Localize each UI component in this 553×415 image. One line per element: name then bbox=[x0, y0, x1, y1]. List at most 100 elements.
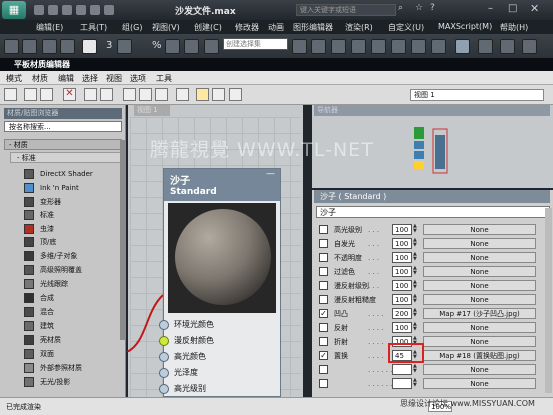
menu-modifiers[interactable]: 修改器 bbox=[235, 22, 259, 33]
menu-help[interactable]: 帮助(H) bbox=[500, 22, 528, 33]
socket-icon[interactable] bbox=[159, 352, 169, 362]
node-minimize-icon[interactable]: — bbox=[266, 169, 275, 179]
list-item[interactable]: 标准 bbox=[24, 209, 120, 221]
socket-icon[interactable] bbox=[159, 336, 169, 346]
spinner-arrows-icon[interactable]: ▲ ▼ bbox=[413, 364, 419, 375]
list-item[interactable]: Ink 'n Paint bbox=[24, 182, 120, 194]
amount-spinner[interactable]: 100 bbox=[392, 224, 412, 235]
slot-specular-level[interactable]: 高光级别 bbox=[159, 381, 280, 397]
activeshade-icon[interactable] bbox=[500, 39, 515, 54]
open-file-icon[interactable] bbox=[48, 5, 58, 15]
slot-ambient[interactable]: 环境光颜色 bbox=[159, 317, 280, 333]
list-item[interactable]: 顶/底 bbox=[24, 236, 120, 248]
row-checkbox[interactable] bbox=[319, 379, 328, 388]
amount-spinner[interactable]: 100 bbox=[392, 322, 412, 333]
row-checkbox[interactable] bbox=[319, 323, 328, 332]
background-icon[interactable] bbox=[123, 88, 136, 101]
map-button[interactable]: None bbox=[423, 294, 536, 305]
map-button[interactable]: None bbox=[423, 336, 536, 347]
row-checkbox[interactable]: ✓ bbox=[319, 309, 328, 318]
maximize-icon[interactable]: □ bbox=[508, 3, 517, 14]
menu-tools[interactable]: 工具(T) bbox=[80, 22, 107, 33]
list-item[interactable]: 变形器 bbox=[24, 196, 120, 208]
amount-spinner[interactable]: 100 bbox=[392, 252, 412, 263]
help-icon[interactable]: ? bbox=[430, 3, 435, 13]
list-item[interactable]: 混合 bbox=[24, 306, 120, 318]
amount-spinner[interactable]: 200 bbox=[392, 308, 412, 319]
render-production-icon[interactable] bbox=[478, 39, 493, 54]
menu-edit[interactable]: 编辑(E) bbox=[36, 22, 63, 33]
menu-options[interactable]: 选项 bbox=[130, 73, 146, 84]
show-map-icon[interactable] bbox=[139, 88, 152, 101]
menu-edit-mat[interactable]: 编辑 bbox=[58, 73, 74, 84]
layout-all-icon[interactable] bbox=[176, 88, 189, 101]
menu-customize[interactable]: 自定义(U) bbox=[388, 22, 424, 33]
edit-named-sets-icon[interactable] bbox=[184, 39, 199, 54]
list-item[interactable]: 多维/子对象 bbox=[24, 250, 120, 262]
star-icon[interactable]: ☆ bbox=[415, 3, 423, 13]
socket-icon[interactable] bbox=[159, 368, 169, 378]
map-button[interactable]: None bbox=[423, 322, 536, 333]
browser-scrollbar[interactable] bbox=[120, 140, 125, 340]
socket-icon[interactable] bbox=[159, 384, 169, 394]
unlink-icon[interactable] bbox=[60, 39, 75, 54]
map-button[interactable]: None bbox=[423, 364, 536, 375]
menu-group[interactable]: 组(G) bbox=[122, 22, 142, 33]
spinner-arrows-icon[interactable]: ▲ ▼ bbox=[413, 252, 419, 263]
menu-views[interactable]: 视图(V) bbox=[152, 22, 180, 33]
spinner-arrows-icon[interactable]: ▲ ▼ bbox=[413, 294, 419, 305]
row-checkbox[interactable] bbox=[319, 239, 328, 248]
list-item[interactable]: 双面 bbox=[24, 348, 120, 360]
material-node[interactable]: 沙子 Standard — 环境光颜色 漫反射颜色 高光颜色 光泽度 高光级别 bbox=[159, 168, 281, 397]
undo-icon[interactable] bbox=[4, 39, 19, 54]
snap-counter[interactable]: 3 bbox=[106, 40, 112, 51]
assign-material-icon[interactable] bbox=[40, 88, 53, 101]
menu-rendering[interactable]: 渲染(R) bbox=[345, 22, 373, 33]
graphite-icon[interactable] bbox=[331, 39, 346, 54]
pick-material-icon[interactable] bbox=[24, 88, 37, 101]
map-button[interactable]: None bbox=[423, 378, 536, 389]
map-button[interactable]: None bbox=[423, 224, 536, 235]
spinner-arrows-icon[interactable]: ▲ ▼ bbox=[413, 280, 419, 291]
show-end-result-icon[interactable] bbox=[155, 88, 168, 101]
spinner-arrows-icon[interactable]: ▲ ▼ bbox=[413, 224, 419, 235]
menu-select[interactable]: 选择 bbox=[82, 73, 98, 84]
save-icon[interactable] bbox=[62, 5, 72, 15]
menu-create[interactable]: 创建(C) bbox=[194, 22, 222, 33]
menu-animation[interactable]: 动画 bbox=[268, 22, 284, 33]
map-button[interactable]: None bbox=[423, 252, 536, 263]
quick-access-toolbar[interactable] bbox=[34, 5, 118, 17]
search-icon[interactable]: ⌕ bbox=[398, 3, 403, 13]
list-item[interactable]: 壳材质 bbox=[24, 334, 120, 346]
spinner-arrows-icon[interactable]: ▲ ▼ bbox=[413, 378, 419, 389]
spinner-arrows-icon[interactable]: ▲ ▼ bbox=[413, 308, 419, 319]
amount-spinner[interactable] bbox=[392, 364, 412, 375]
new-file-icon[interactable] bbox=[34, 5, 44, 15]
select-tool-icon[interactable] bbox=[4, 88, 17, 101]
minimize-icon[interactable]: – bbox=[488, 3, 493, 14]
row-checkbox[interactable] bbox=[319, 225, 328, 234]
selection-set-dropdown[interactable]: 创建选择集 bbox=[223, 38, 288, 50]
map-button[interactable]: None bbox=[423, 238, 536, 249]
row-checkbox[interactable] bbox=[319, 281, 328, 290]
select-object-icon[interactable] bbox=[82, 39, 97, 54]
slot-glossiness[interactable]: 光泽度 bbox=[159, 365, 280, 381]
amount-spinner[interactable]: 100 bbox=[392, 294, 412, 305]
iray-icon[interactable] bbox=[522, 39, 537, 54]
delete-icon[interactable]: ✕ bbox=[63, 88, 76, 101]
list-item[interactable]: 高级照明覆盖 bbox=[24, 264, 120, 276]
row-checkbox[interactable] bbox=[319, 253, 328, 262]
layers-icon[interactable] bbox=[311, 39, 326, 54]
spinner-snap-icon[interactable] bbox=[165, 39, 180, 54]
category-standard[interactable]: - 标准 bbox=[10, 152, 122, 163]
socket-icon[interactable] bbox=[159, 320, 169, 330]
slot-diffuse[interactable]: 漫反射颜色 bbox=[159, 333, 280, 349]
parameter-editor-icon[interactable] bbox=[212, 88, 225, 101]
move-children-icon[interactable] bbox=[84, 88, 97, 101]
list-item[interactable]: 光线跟踪 bbox=[24, 278, 120, 290]
list-item[interactable]: 无光/投影 bbox=[24, 376, 120, 388]
align-icon[interactable] bbox=[292, 39, 307, 54]
angle-snap-icon[interactable] bbox=[117, 39, 132, 54]
browser-search-input[interactable]: 按名称搜索... bbox=[4, 121, 122, 132]
row-checkbox[interactable] bbox=[319, 365, 328, 374]
